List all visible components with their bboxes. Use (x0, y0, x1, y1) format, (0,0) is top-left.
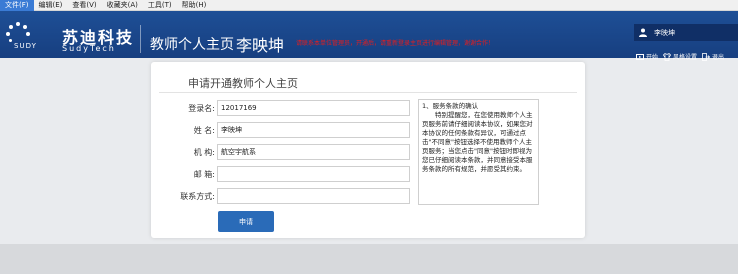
shirt-icon (663, 52, 672, 61)
menu-view[interactable]: 查看(V) (67, 0, 101, 11)
start-label: 开始 (646, 54, 659, 61)
user-name: 李映坤 (654, 29, 675, 37)
owner-name: 李映坤 (236, 36, 285, 55)
logo-mark-text: SUDY (14, 42, 37, 50)
terms-heading: 1、服务条款的确认 (422, 102, 479, 110)
logout-icon (702, 52, 711, 61)
contact-field[interactable] (217, 188, 410, 204)
apply-button[interactable]: 申请 (218, 211, 274, 232)
notice-text: 请联系本单位管理员，开通后，请重新登录主页进行编辑管理，谢谢合作！ (296, 40, 495, 47)
logo-english: SudyTech (62, 44, 116, 53)
start-action[interactable]: 开始 (636, 52, 658, 61)
email-field[interactable] (217, 166, 410, 182)
menu-tools[interactable]: 工具(T) (143, 0, 177, 11)
login-name-label: 登录名: (188, 104, 215, 113)
user-icon (639, 28, 647, 37)
menu-edit[interactable]: 编辑(E) (34, 0, 68, 11)
page-title: 教师个人主页 (150, 37, 234, 53)
form-title: 申请开通教师个人主页 (188, 77, 298, 90)
start-icon (636, 53, 644, 60)
name-field[interactable] (217, 122, 410, 138)
user-menu[interactable]: 李映坤 (634, 24, 738, 41)
menu-file[interactable]: 文件(F) (0, 0, 34, 11)
name-label: 姓 名: (193, 126, 215, 135)
page-footer (0, 244, 738, 274)
organization-field[interactable] (217, 144, 410, 160)
menu-favorites[interactable]: 收藏夹(A) (102, 0, 143, 11)
application-card: 申请开通教师个人主页 登录名: 姓 名: 机 构: 邮 箱: 联系方式: 1、服… (151, 62, 585, 238)
terms-body: 特别提醒您，在您使用教师个人主页服务前请仔细阅读本协议，如果您对本协议的任何条款… (422, 111, 533, 173)
site-header: SUDY 苏迪科技 SudyTech 教师个人主页 李映坤 请联系本单位管理员，… (0, 11, 738, 61)
menu-help[interactable]: 帮助(H) (177, 0, 212, 11)
logout-label: 退出 (712, 54, 725, 61)
title-divider (159, 92, 577, 93)
style-settings-label: 风格设置 (673, 54, 698, 61)
login-name-field[interactable] (217, 100, 410, 116)
menu-bar: 文件(F) 编辑(E) 查看(V) 收藏夹(A) 工具(T) 帮助(H) (0, 0, 738, 11)
logout-action[interactable]: 退出 (702, 52, 724, 61)
header-actions: 开始 风格设置 退出 (636, 52, 724, 61)
style-settings-action[interactable]: 风格设置 (663, 52, 697, 61)
terms-box[interactable]: 1、服务条款的确认 特别提醒您，在您使用教师个人主页服务前请仔细阅读本协议，如果… (418, 99, 539, 205)
logo-divider (140, 25, 141, 53)
organization-label: 机 构: (193, 148, 215, 157)
email-label: 邮 箱: (193, 170, 215, 179)
contact-label: 联系方式: (180, 192, 215, 201)
